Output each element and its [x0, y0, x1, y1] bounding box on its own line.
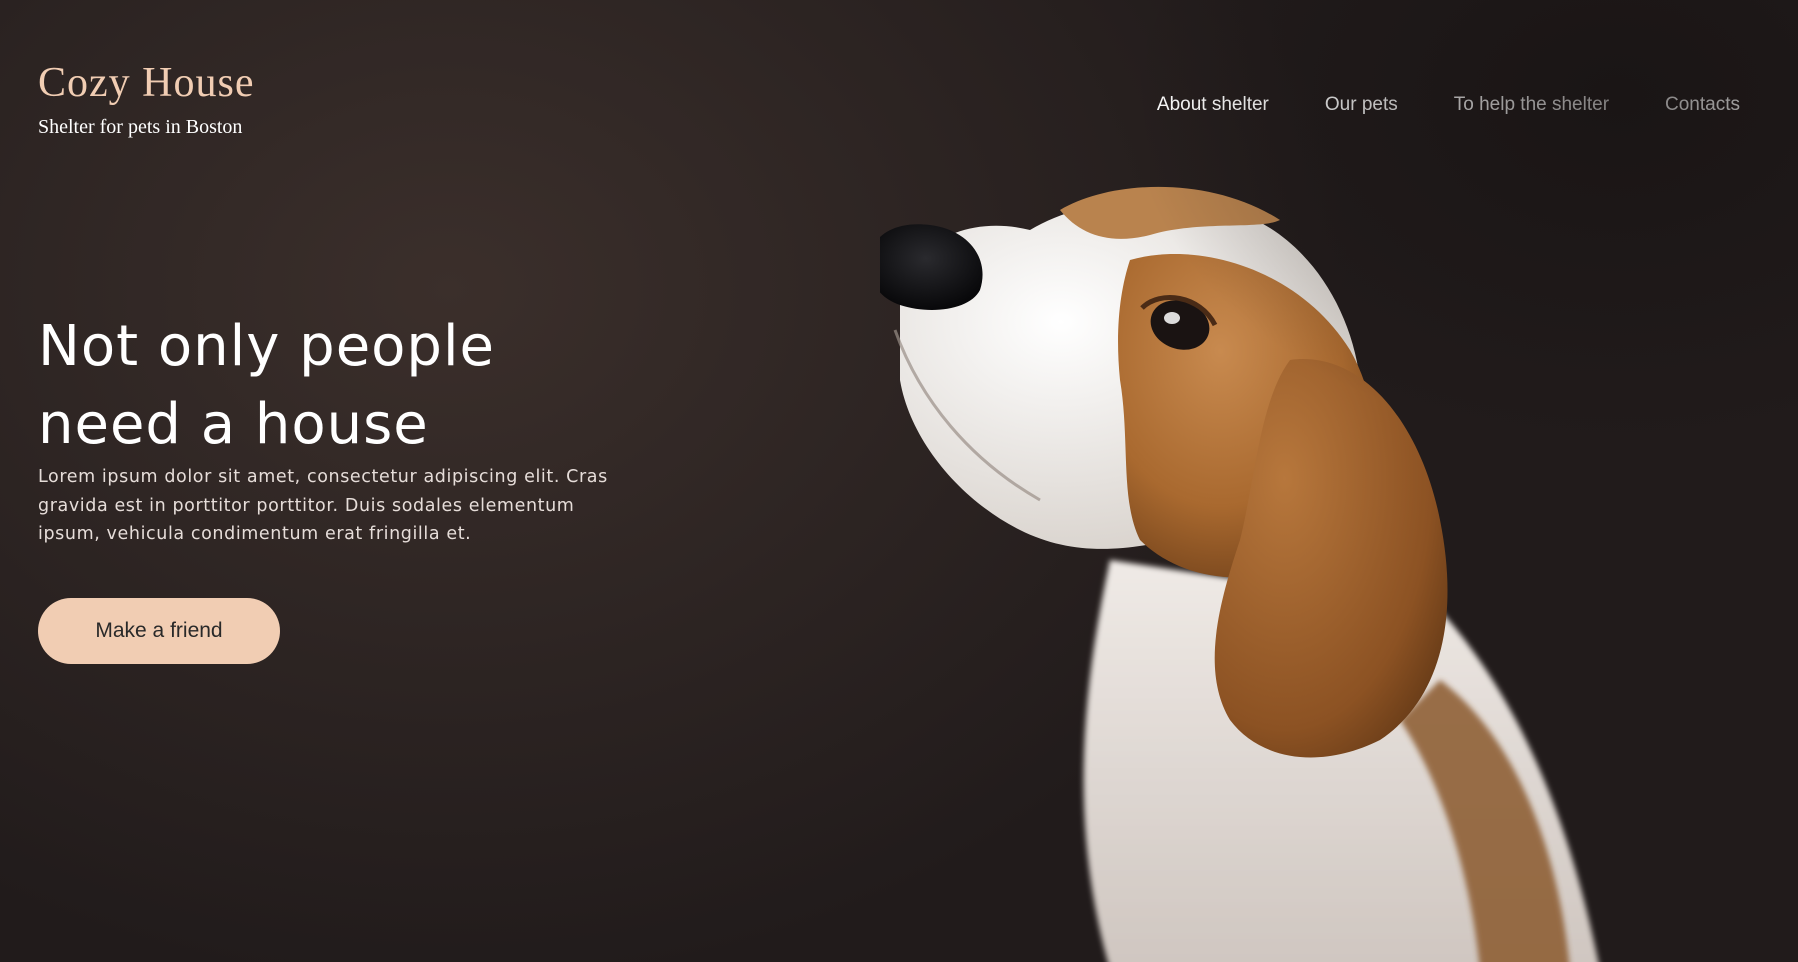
- logo-title: Cozy House: [38, 60, 255, 106]
- hero-section: Cozy House Shelter for pets in Boston Ab…: [0, 0, 1798, 962]
- hero-headline-line-1: Not only people: [38, 314, 495, 379]
- hero-headline: Not only people need a house: [38, 308, 658, 464]
- nav-about-shelter[interactable]: About shelter: [1157, 94, 1269, 116]
- logo[interactable]: Cozy House Shelter for pets in Boston: [38, 62, 254, 139]
- beagle-puppy-image: [880, 186, 1599, 962]
- main-nav: About shelter Our pets To help the shelt…: [1157, 94, 1740, 116]
- logo-subtitle: Shelter for pets in Boston: [38, 116, 243, 138]
- nav-our-pets[interactable]: Our pets: [1325, 94, 1398, 116]
- nav-help-shelter[interactable]: To help the shelter: [1454, 94, 1609, 116]
- hero-headline-line-2: need a house: [38, 392, 429, 457]
- make-a-friend-button[interactable]: Make a friend: [38, 598, 280, 664]
- hero-description: Lorem ipsum dolor sit amet, consectetur …: [38, 467, 608, 544]
- nav-contacts[interactable]: Contacts: [1665, 94, 1740, 116]
